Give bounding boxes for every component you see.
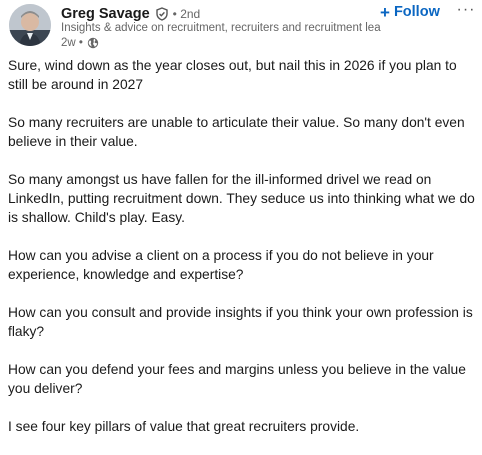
globe-icon	[87, 37, 99, 49]
post-paragraph: How can you advise a client on a process…	[8, 248, 434, 282]
post-header: Greg Savage • 2nd Insights & advice on r…	[0, 0, 482, 56]
post-meta: 2w •	[61, 37, 99, 49]
author-name-row: Greg Savage • 2nd	[61, 5, 200, 23]
follow-button[interactable]: + Follow	[380, 3, 440, 21]
author-name[interactable]: Greg Savage	[61, 6, 150, 22]
post-paragraph: How can you defend your fees and margins…	[8, 362, 466, 396]
post-body: Sure, wind down as the year closes out, …	[8, 56, 476, 455]
post-paragraph: So many recruiters are unable to articul…	[8, 115, 465, 149]
author-avatar[interactable]	[9, 4, 51, 46]
verified-shield-icon	[155, 7, 169, 21]
post-paragraph: I see four key pillars of value that gre…	[8, 419, 360, 434]
plus-icon: +	[380, 2, 390, 22]
author-headline: Insights & advice on recruitment, recrui…	[61, 22, 381, 34]
post-time: 2w •	[61, 37, 83, 49]
post-paragraph: So many amongst us have fallen for the i…	[8, 172, 475, 225]
more-options-button[interactable]: ···	[456, 1, 476, 19]
post-paragraph: Sure, wind down as the year closes out, …	[8, 58, 457, 92]
connection-degree: • 2nd	[172, 7, 201, 21]
follow-label: Follow	[393, 4, 440, 20]
post-paragraph: How can you consult and provide insights…	[8, 305, 473, 339]
